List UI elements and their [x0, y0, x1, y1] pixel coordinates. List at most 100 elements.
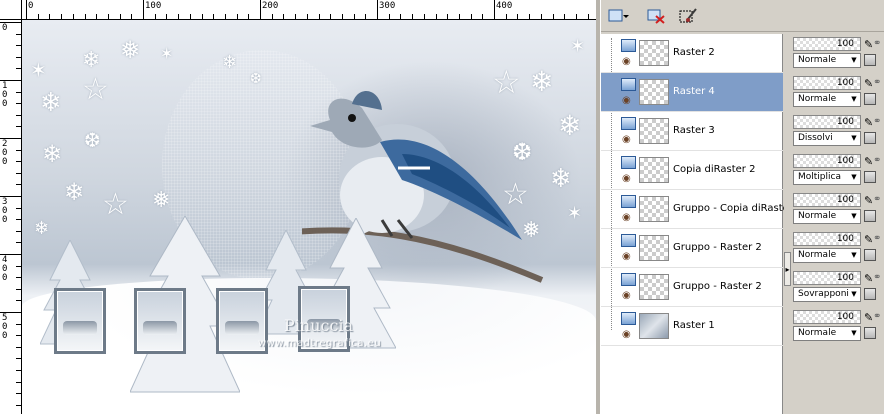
- mask-button[interactable]: [675, 6, 701, 26]
- layer-name: Gruppo - Raster 2: [673, 242, 762, 253]
- opacity-slider[interactable]: 100: [793, 193, 861, 207]
- blend-mode-value: Sovrapponi: [798, 289, 849, 299]
- snowflake-icon: ✶: [160, 44, 174, 63]
- layer-thumbnail: [639, 157, 669, 183]
- ruler-corner: [0, 0, 22, 20]
- pencil-edit-icon[interactable]: ✎: [864, 116, 873, 129]
- layer-name: Raster 3: [673, 125, 715, 136]
- lock-icon[interactable]: [864, 171, 876, 183]
- link-icon[interactable]: ⚭: [873, 233, 881, 244]
- snowflake-icon: ❅: [152, 188, 171, 213]
- opacity-slider[interactable]: 100: [793, 271, 861, 285]
- chevron-right-icon[interactable]: ▸: [784, 252, 791, 286]
- image-editor: 0100200300400500 01 0 02 0 03 0 04 0 05 …: [0, 0, 596, 414]
- eye-visibility-icon[interactable]: ◉: [622, 212, 631, 223]
- link-icon[interactable]: ⚭: [873, 116, 881, 127]
- opacity-slider[interactable]: 100: [793, 154, 861, 168]
- layer-row[interactable]: ◉ Gruppo - Raster 2: [601, 229, 783, 268]
- blend-mode-select[interactable]: Normale ▼: [793, 248, 861, 263]
- blend-mode-value: Normale: [798, 211, 837, 221]
- framed-thumbnail: [54, 288, 106, 354]
- blend-mode-select[interactable]: Moltiplica ▼: [793, 170, 861, 185]
- snowflake-icon: ❄: [64, 178, 85, 206]
- eye-visibility-icon[interactable]: ◉: [622, 173, 631, 184]
- blend-mode-select[interactable]: Dissolvi ▼: [793, 131, 861, 146]
- link-icon[interactable]: ⚭: [873, 155, 881, 166]
- opacity-slider[interactable]: 100: [793, 76, 861, 90]
- chevron-down-icon[interactable]: ▼: [849, 133, 859, 144]
- blend-mode-value: Normale: [798, 94, 837, 104]
- link-icon[interactable]: ⚭: [873, 194, 881, 205]
- lock-icon[interactable]: [864, 93, 876, 105]
- layer-thumbnail: [639, 79, 669, 105]
- raster-layer-icon: [621, 156, 636, 169]
- new-layer-button[interactable]: [605, 6, 631, 26]
- raster-layer-icon: [621, 195, 636, 208]
- pencil-edit-icon[interactable]: ✎: [864, 155, 873, 168]
- layer-name: Raster 1: [673, 320, 715, 331]
- layer-thumbnail: [639, 313, 669, 339]
- eye-visibility-icon[interactable]: ◉: [622, 134, 631, 145]
- snowflake-icon: ❄: [222, 52, 238, 73]
- pencil-edit-icon[interactable]: ✎: [864, 233, 873, 246]
- opacity-slider[interactable]: 100: [793, 310, 861, 324]
- layer-thumbnail: [639, 118, 669, 144]
- link-icon[interactable]: ⚭: [873, 272, 881, 283]
- eye-visibility-icon[interactable]: ◉: [622, 56, 631, 67]
- layer-row[interactable]: ◉ Raster 4: [601, 73, 783, 112]
- eye-visibility-icon[interactable]: ◉: [622, 329, 631, 340]
- lock-icon[interactable]: [864, 132, 876, 144]
- star-icon: ☆: [102, 187, 129, 222]
- eye-visibility-icon[interactable]: ◉: [622, 290, 631, 301]
- chevron-down-icon[interactable]: ▼: [849, 55, 859, 66]
- pencil-edit-icon[interactable]: ✎: [864, 311, 873, 324]
- panel-splitter[interactable]: ▸: [784, 34, 792, 414]
- snowflake-icon: ❄: [34, 218, 50, 239]
- layer-property-row: 100 Normale ▼ ✎ ⚭: [793, 229, 884, 268]
- pencil-edit-icon[interactable]: ✎: [864, 272, 873, 285]
- opacity-slider[interactable]: 100: [793, 37, 861, 51]
- lock-icon[interactable]: [864, 210, 876, 222]
- eye-visibility-icon[interactable]: ◉: [622, 251, 631, 262]
- layer-row[interactable]: ◉ Gruppo - Copia diRaster 1: [601, 190, 802, 229]
- snowflake-icon: ❆: [84, 128, 101, 152]
- image-canvas[interactable]: ✶ ❄ ❄ ❅ ✶ ☆ ❄ ❆ ❄ ☆ ❅ ❄ ☆ ❄ ✶ ❄ ❆ ❄ ☆ ✶ …: [22, 20, 596, 414]
- opacity-slider[interactable]: 100: [793, 115, 861, 129]
- lock-icon[interactable]: [864, 288, 876, 300]
- link-icon[interactable]: ⚭: [873, 38, 881, 49]
- snowflake-icon: ❄: [558, 109, 582, 142]
- blend-mode-select[interactable]: Sovrapponi ▼: [793, 287, 861, 302]
- blend-mode-select[interactable]: Normale ▼: [793, 326, 861, 341]
- blend-mode-select[interactable]: Normale ▼: [793, 92, 861, 107]
- link-icon[interactable]: ⚭: [873, 311, 881, 322]
- snowflake-icon: ❄: [550, 164, 572, 194]
- chevron-down-icon[interactable]: ▼: [849, 289, 859, 300]
- chevron-down-icon[interactable]: ▼: [849, 172, 859, 183]
- snowflake-icon: ❄: [42, 140, 63, 168]
- blend-mode-select[interactable]: Normale ▼: [793, 209, 861, 224]
- pencil-edit-icon[interactable]: ✎: [864, 77, 873, 90]
- layer-row[interactable]: ◉ Copia diRaster 2: [601, 151, 783, 190]
- layer-row[interactable]: ◉ Raster 3: [601, 112, 783, 151]
- chevron-down-icon[interactable]: ▼: [849, 211, 859, 222]
- chevron-down-icon[interactable]: ▼: [849, 328, 859, 339]
- chevron-down-icon[interactable]: ▼: [849, 94, 859, 105]
- chevron-down-icon[interactable]: ▼: [849, 250, 859, 261]
- layer-row[interactable]: ◉ Gruppo - Raster 2: [601, 268, 783, 307]
- delete-layer-button[interactable]: [643, 6, 669, 26]
- layer-row[interactable]: ◉ Raster 1: [601, 307, 783, 346]
- opacity-slider[interactable]: 100: [793, 232, 861, 246]
- raster-layer-icon: [621, 78, 636, 91]
- lock-icon[interactable]: [864, 327, 876, 339]
- link-icon[interactable]: ⚭: [873, 77, 881, 88]
- pencil-edit-icon[interactable]: ✎: [864, 194, 873, 207]
- lock-icon[interactable]: [864, 54, 876, 66]
- blend-mode-select[interactable]: Normale ▼: [793, 53, 861, 68]
- layer-list: ◉ Raster 2 ◉ Raster 4 ◉ Raster 3 ◉ Copia diRast…: [601, 34, 802, 414]
- horizontal-ruler: 0100200300400500: [22, 0, 596, 20]
- layer-row[interactable]: ◉ Raster 2: [601, 34, 783, 73]
- lock-icon[interactable]: [864, 249, 876, 261]
- ruler-label: 2 0 0: [2, 139, 8, 167]
- pencil-edit-icon[interactable]: ✎: [864, 38, 873, 51]
- eye-visibility-icon[interactable]: ◉: [622, 95, 631, 106]
